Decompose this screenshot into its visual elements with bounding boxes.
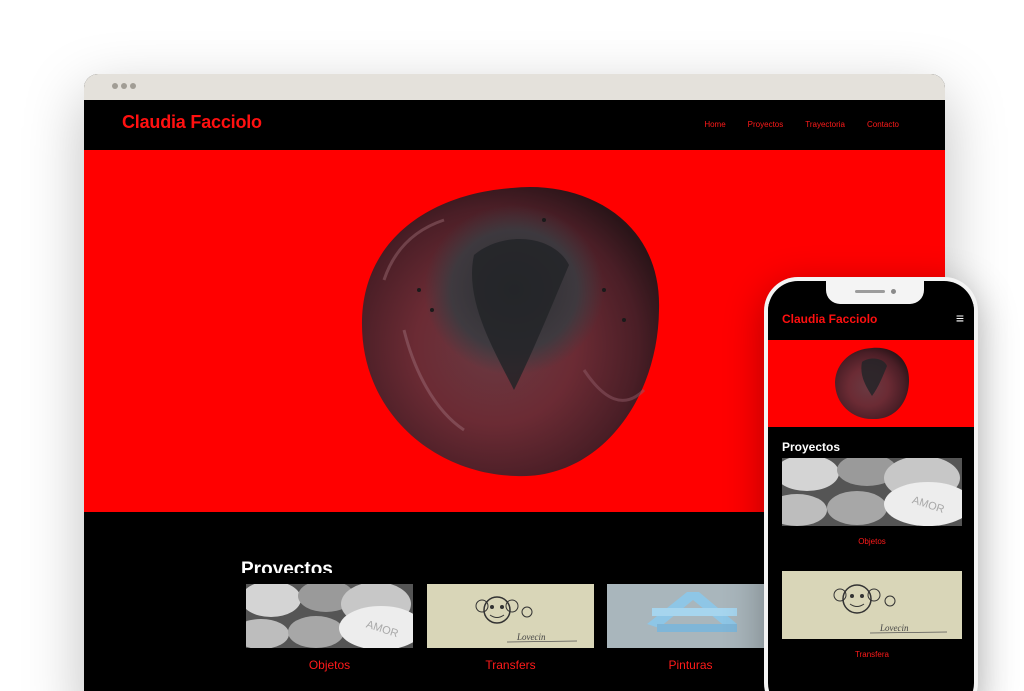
mobile-label-objetos[interactable]: Objetos xyxy=(782,537,962,546)
browser-chrome-bar xyxy=(84,74,945,100)
project-card-transfers[interactable]: Lovecin Transfers xyxy=(427,584,594,672)
project-label-pinturas[interactable]: Pinturas xyxy=(607,658,774,672)
mobile-apple-image xyxy=(835,347,910,420)
phone-notch xyxy=(826,281,924,304)
nav-contacto[interactable]: Contacto xyxy=(867,120,899,129)
blue-sculpture-thumbnail[interactable] xyxy=(607,584,774,648)
mobile-card-objetos[interactable]: AMOR Objetos xyxy=(782,458,962,546)
project-label-transfers[interactable]: Transfers xyxy=(427,658,594,672)
window-dot-icon xyxy=(112,83,118,89)
svg-text:Lovecin: Lovecin xyxy=(516,632,546,642)
speaker-icon xyxy=(855,290,885,293)
site-header: Claudia Facciolo Home Proyectos Trayecto… xyxy=(84,100,945,150)
mobile-header: Claudia Facciolo ≡ xyxy=(768,304,974,340)
svg-text:Lovecin: Lovecin xyxy=(879,623,909,633)
mockup-stage: Claudia Facciolo Home Proyectos Trayecto… xyxy=(0,0,1024,691)
pills-thumbnail[interactable]: AMOR xyxy=(246,584,413,648)
camera-icon xyxy=(891,289,896,294)
nav-trayectoria[interactable]: Trayectoria xyxy=(805,120,845,129)
window-dot-icon xyxy=(130,83,136,89)
mobile-card-transfera[interactable]: Lovecin Transfera xyxy=(782,571,962,659)
window-dot-icon xyxy=(121,83,127,89)
project-card-objetos[interactable]: AMOR Objetos xyxy=(246,584,413,672)
project-card-pinturas[interactable]: Pinturas xyxy=(607,584,774,672)
hamburger-menu-icon[interactable]: ≡ xyxy=(956,310,964,326)
mobile-transfer-thumbnail[interactable]: Lovecin xyxy=(782,571,962,639)
mobile-pills-thumbnail[interactable]: AMOR xyxy=(782,458,962,526)
mobile-projects-title: Proyectos xyxy=(782,440,841,454)
mobile-label-transfera[interactable]: Transfera xyxy=(782,650,962,659)
nav-home[interactable]: Home xyxy=(704,120,725,129)
main-nav: Home Proyectos Trayectoria Contacto xyxy=(704,120,899,129)
projects-title: Proyectos xyxy=(241,559,333,573)
project-label-objetos[interactable]: Objetos xyxy=(246,658,413,672)
mobile-phone-mockup: Claudia Facciolo ≡ Proyectos AMOR Objeto… xyxy=(764,277,978,691)
mobile-logo[interactable]: Claudia Facciolo xyxy=(782,312,877,326)
phone-screen: Claudia Facciolo ≡ Proyectos AMOR Objeto… xyxy=(768,281,974,691)
mobile-hero xyxy=(768,340,974,427)
transfer-drawing-thumbnail[interactable]: Lovecin xyxy=(427,584,594,648)
site-logo[interactable]: Claudia Facciolo xyxy=(122,112,262,133)
nav-proyectos[interactable]: Proyectos xyxy=(748,120,784,129)
